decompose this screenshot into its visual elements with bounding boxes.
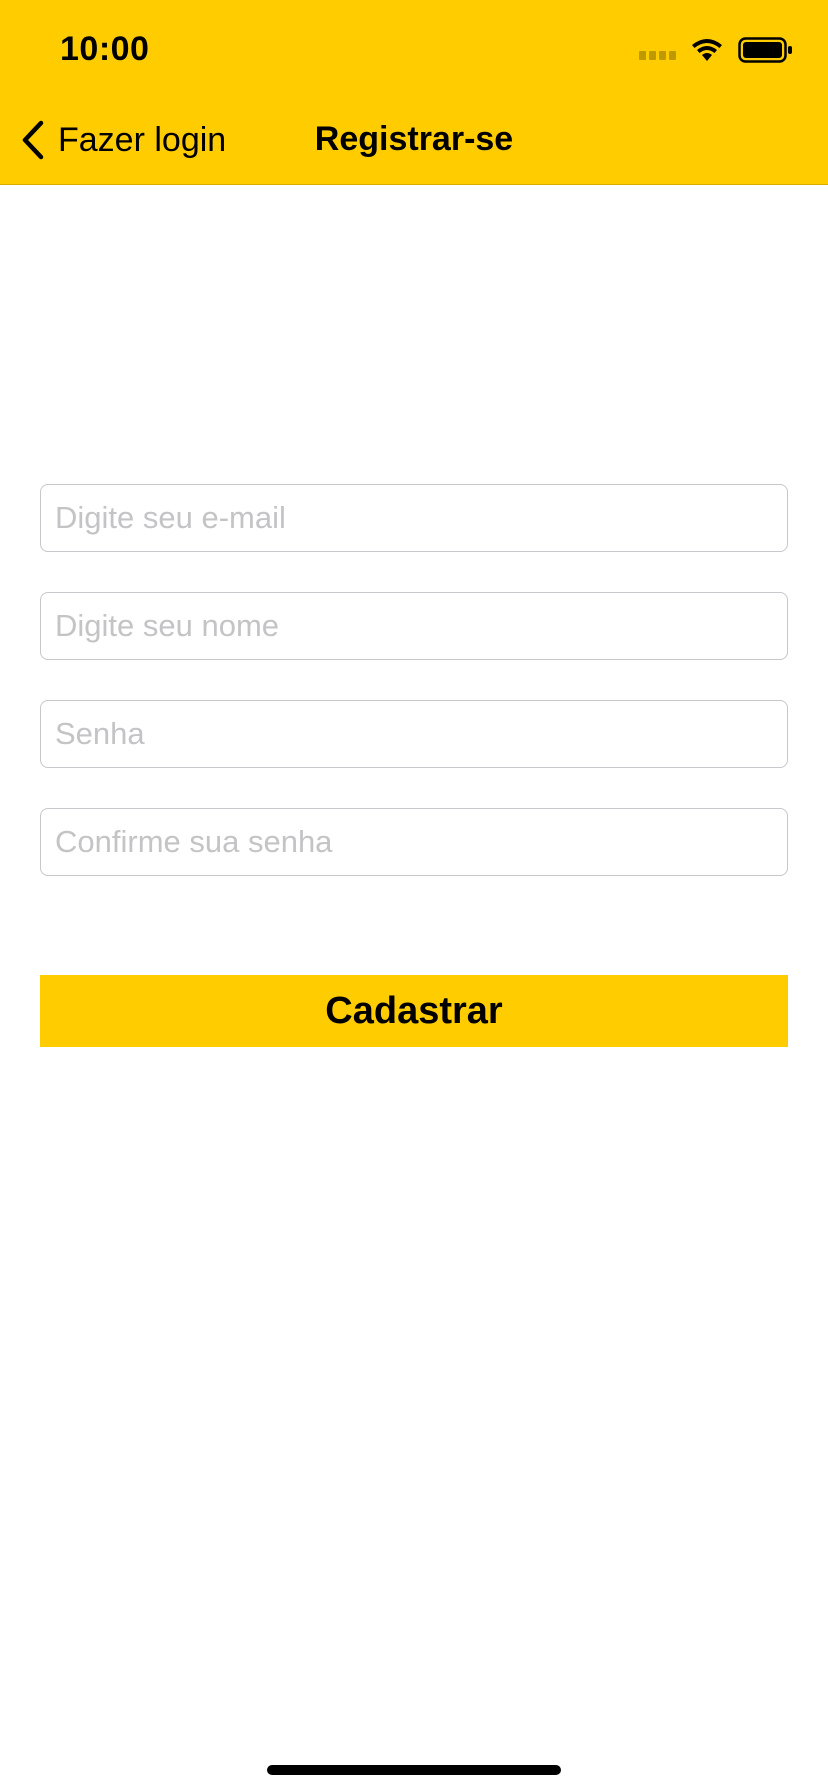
battery-icon [738,37,792,63]
email-field[interactable] [40,484,788,552]
navigation-bar: Fazer login Registrar-se [0,100,828,180]
status-time: 10:00 [60,30,150,68]
page-title: Registrar-se [314,120,514,158]
confirm-password-field[interactable] [40,808,788,876]
register-form [40,484,788,916]
wifi-icon [692,39,722,61]
cellular-signal-icon [639,40,676,60]
header-bar: 10:00 Fazer login Registrar-se [0,0,828,185]
status-icons [639,34,794,66]
name-field[interactable] [40,592,788,660]
password-field[interactable] [40,700,788,768]
register-button[interactable]: Cadastrar [40,975,788,1047]
home-indicator [267,1765,561,1775]
